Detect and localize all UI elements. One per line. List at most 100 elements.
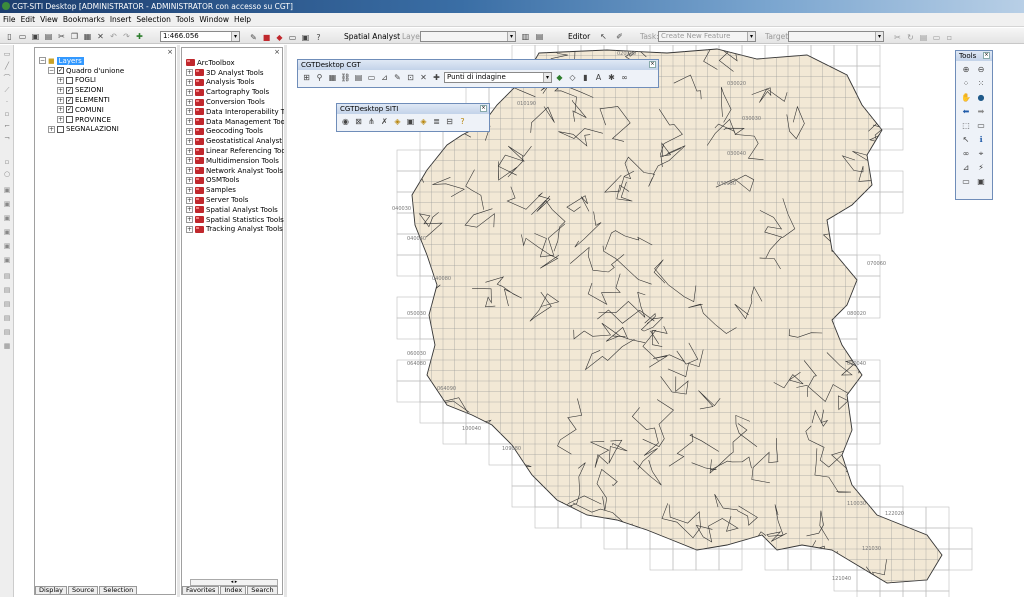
layer-item[interactable]: + ✓ ELEMENTI bbox=[39, 95, 175, 105]
viewer-icon[interactable]: ▣ bbox=[975, 176, 987, 187]
paste-icon[interactable]: ▦ bbox=[82, 31, 93, 42]
expand-icon[interactable]: + bbox=[186, 78, 193, 86]
html-popup-icon[interactable]: ▭ bbox=[960, 176, 972, 187]
attributes-icon[interactable]: ▤ bbox=[918, 32, 929, 43]
tag-icon[interactable]: ◇ bbox=[567, 72, 578, 83]
tool-d-icon[interactable]: ▣ bbox=[2, 227, 12, 237]
rows-icon[interactable]: ⊟ bbox=[444, 116, 455, 127]
label-icon[interactable]: ◈ bbox=[392, 116, 403, 127]
pan-icon[interactable]: ✋ bbox=[960, 92, 972, 103]
toolbox-root[interactable]: ArcToolbox bbox=[186, 58, 282, 68]
full-extent-icon[interactable]: ● bbox=[975, 92, 987, 103]
tab-display[interactable]: Display bbox=[35, 586, 67, 594]
line-icon[interactable]: ╱ bbox=[2, 61, 12, 71]
rotate-icon[interactable]: ↻ bbox=[905, 32, 916, 43]
close-icon[interactable]: × bbox=[274, 48, 280, 56]
toolbox-item[interactable]: + Tracking Analyst Tools bbox=[186, 225, 283, 235]
stack-icon[interactable]: ≣ bbox=[431, 116, 442, 127]
toolbox-item[interactable]: + Geocoding Tools bbox=[186, 127, 282, 137]
checkbox-unchecked[interactable] bbox=[66, 116, 73, 124]
print-tool-icon[interactable]: ▦ bbox=[2, 341, 12, 351]
expand-icon[interactable]: + bbox=[186, 216, 193, 224]
siti-toolbar-title-bar[interactable]: CGTDesktop SITI × bbox=[337, 104, 489, 114]
close-icon[interactable]: × bbox=[649, 61, 656, 68]
toolbox-item[interactable]: +3D Analyst Tools bbox=[186, 68, 282, 78]
scale-combo[interactable]: 1:466.056 ▾ bbox=[160, 31, 240, 42]
frame-icon[interactable]: ⊠ bbox=[353, 116, 364, 127]
tab-search[interactable]: Search bbox=[247, 586, 278, 594]
checkbox-checked[interactable]: ✓ bbox=[57, 67, 64, 75]
spatial-analyst-menu[interactable]: Spatial Analyst bbox=[344, 32, 400, 41]
menu-view[interactable]: View bbox=[40, 15, 58, 24]
tool-c-icon[interactable]: ▣ bbox=[2, 213, 12, 223]
back-icon[interactable]: ⬅ bbox=[960, 106, 972, 117]
layers-root[interactable]: − ■ Layers bbox=[39, 56, 175, 66]
expand-icon[interactable]: + bbox=[186, 69, 193, 77]
add-data-icon[interactable]: ✚ bbox=[134, 31, 145, 42]
copy-icon[interactable]: ❐ bbox=[69, 31, 80, 42]
editor-menu[interactable]: Editor bbox=[568, 32, 590, 41]
text-icon[interactable]: A bbox=[593, 72, 604, 83]
menu-selection[interactable]: Selection bbox=[136, 15, 171, 24]
toolbox-item[interactable]: + Samples bbox=[186, 185, 282, 195]
toolbox-item[interactable]: + Analysis Tools bbox=[186, 78, 282, 88]
expand-icon[interactable]: + bbox=[57, 106, 64, 114]
square-icon[interactable]: ▫ bbox=[2, 157, 12, 167]
find-binoculars-icon[interactable]: ∞ bbox=[960, 148, 972, 159]
expand-icon[interactable]: + bbox=[186, 206, 193, 214]
toolbox-icon[interactable]: ■ bbox=[261, 32, 272, 43]
tool-a-icon[interactable]: ▣ bbox=[2, 185, 12, 195]
histogram-icon[interactable]: ▤ bbox=[534, 31, 545, 42]
report-icon[interactable]: ▭ bbox=[366, 72, 377, 83]
toolbox-item[interactable]: + Server Tools bbox=[186, 195, 282, 205]
toolbox-item[interactable]: + Network Analyst Tools bbox=[186, 166, 283, 176]
help-icon[interactable]: ? bbox=[457, 116, 468, 127]
expand-icon[interactable]: + bbox=[48, 125, 55, 133]
tool-k-icon[interactable]: ▤ bbox=[2, 327, 12, 337]
tool-f-icon[interactable]: ▣ bbox=[2, 255, 12, 265]
undo-icon[interactable]: ↶ bbox=[108, 31, 119, 42]
tools-toolbar-title-bar[interactable]: Tools × bbox=[956, 51, 992, 61]
find-icon[interactable]: ✱ bbox=[606, 72, 617, 83]
toolbox-item[interactable]: + Linear Referencing Tools bbox=[186, 146, 291, 156]
clear-selection-icon[interactable]: ▭ bbox=[975, 120, 987, 131]
delete-icon[interactable]: ✕ bbox=[95, 31, 106, 42]
search-icon[interactable]: ⚲ bbox=[314, 72, 325, 83]
pencil-icon[interactable]: ✎ bbox=[392, 72, 403, 83]
target-combo[interactable]: ▾ bbox=[788, 31, 884, 42]
expand-icon[interactable]: + bbox=[57, 86, 64, 94]
add-point-icon[interactable]: ◉ bbox=[340, 116, 351, 127]
layer-item[interactable]: + PROVINCE bbox=[39, 115, 175, 125]
menu-tools[interactable]: Tools bbox=[176, 15, 194, 24]
arctoolbox-icon[interactable]: ◆ bbox=[274, 32, 285, 43]
zoom-in-icon[interactable]: ⊕ bbox=[960, 64, 972, 75]
rectangle-icon[interactable]: ▫ bbox=[2, 109, 12, 119]
collapse-icon[interactable]: − bbox=[48, 67, 55, 75]
redo-icon[interactable]: ↷ bbox=[121, 31, 132, 42]
cgt-toolbar-title-bar[interactable]: CGTDesktop CGT × bbox=[298, 60, 658, 70]
tab-index[interactable]: Index bbox=[220, 586, 247, 594]
checkbox-checked[interactable]: ✓ bbox=[66, 86, 73, 94]
new-document-icon[interactable]: ▯ bbox=[4, 31, 15, 42]
collapse-icon[interactable]: − bbox=[39, 57, 46, 65]
forward-icon[interactable]: ➡ bbox=[975, 106, 987, 117]
draw-icon[interactable]: ▭ bbox=[2, 49, 12, 59]
expand-icon[interactable]: + bbox=[57, 96, 64, 104]
expand-icon[interactable]: + bbox=[186, 118, 193, 126]
toolbox-item[interactable]: + Spatial Statistics Tools bbox=[186, 215, 284, 225]
tool-b-icon[interactable]: ▣ bbox=[2, 199, 12, 209]
layers-icon[interactable]: ▣ bbox=[405, 116, 416, 127]
menu-edit[interactable]: Edit bbox=[21, 15, 36, 24]
expand-icon[interactable]: + bbox=[186, 108, 193, 116]
zoom-out-icon[interactable]: ⊖ bbox=[975, 64, 987, 75]
layer-group[interactable]: − ✓ Quadro d'unione bbox=[39, 66, 175, 76]
checkbox-unchecked[interactable] bbox=[66, 76, 73, 84]
print-icon[interactable]: ▤ bbox=[43, 31, 54, 42]
fixed-zoom-out-icon[interactable]: ⁙ bbox=[975, 78, 987, 89]
curve-icon[interactable]: ⌒ bbox=[2, 73, 12, 83]
expand-icon[interactable]: + bbox=[186, 137, 193, 145]
route-icon[interactable]: ⋔ bbox=[366, 116, 377, 127]
path-icon[interactable]: ✗ bbox=[379, 116, 390, 127]
menu-file[interactable]: File bbox=[3, 15, 16, 24]
save-icon[interactable]: ▣ bbox=[30, 31, 41, 42]
